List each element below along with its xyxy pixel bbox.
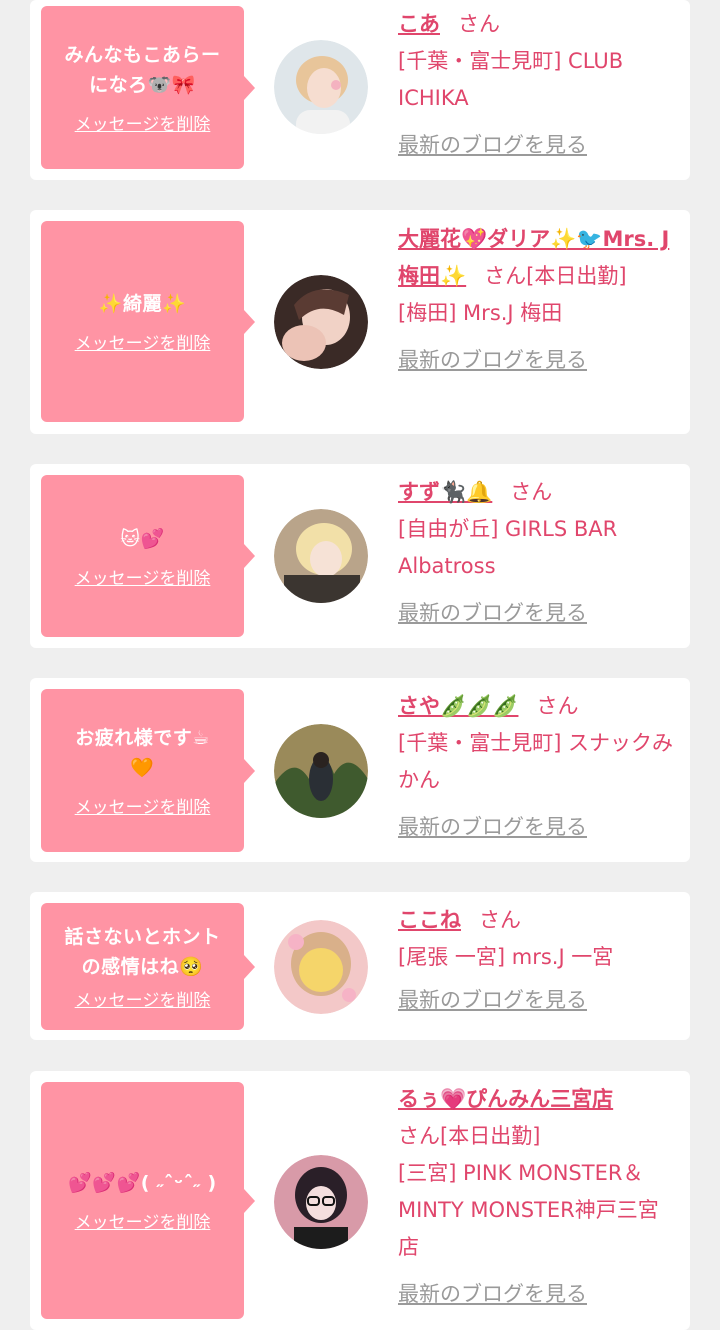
honorific: さん [479,908,521,932]
delete-message-link[interactable]: メッセージを削除 [75,564,211,589]
list-item: 話さないとホント の感情はね🥺 メッセージを削除 ここね さん [尾張 一宮] m… [30,892,690,1040]
delete-message-link[interactable]: メッセージを削除 [75,986,211,1011]
avatar[interactable] [274,275,368,369]
message-text: 話さないとホント の感情はね🥺 [64,926,221,978]
profile-info: すず🐈‍⬛🔔 さん [自由が丘] GIRLS BAR Albatross 最新のブ… [398,474,678,627]
shop-label: [三宮] PINK MONSTER＆MINTY MONSTER神戸三宮店 [398,1161,659,1259]
message-bubble: みんなもこあらー になろ🐨🎀 メッセージを削除 [41,6,255,169]
shop-label: [梅田] Mrs.J 梅田 [398,301,563,325]
delete-message-link[interactable]: メッセージを削除 [75,110,211,135]
message-text: お疲れ様です☕ 🧡 [75,727,210,779]
shop-label: [千葉・富士見町] CLUB ICHIKA [398,49,624,110]
profile-info: さや🫛🫛🫛 さん [千葉・富士見町] スナックみかん 最新のブログを見る [398,688,678,841]
delete-message-link[interactable]: メッセージを削除 [75,1208,211,1233]
latest-blog-link[interactable]: 最新のブログを見る [398,129,587,159]
profile-name-link[interactable]: すず🐈‍⬛🔔 [398,480,492,504]
message-list: みんなもこあらー になろ🐨🎀 メッセージを削除 こあ さん [千葉・富士見町] C… [0,0,720,1330]
message-text: 🐱💕 [120,527,165,550]
message-bubble: 🐱💕 メッセージを削除 [41,475,255,637]
list-item: 💕💕💕( ˶ˆᵕˆ˶ ) メッセージを削除 るぅ💗ぴんみん三宮店 さん[本日出勤… [30,1071,690,1330]
delete-message-link[interactable]: メッセージを削除 [75,329,211,354]
latest-blog-link[interactable]: 最新のブログを見る [398,344,587,374]
profile-info: ここね さん [尾張 一宮] mrs.J 一宮 最新のブログを見る [398,902,678,1014]
honorific: さん [510,480,553,504]
shop-label: [千葉・富士見町] スナックみかん [398,731,674,792]
honorific: さん [458,12,500,36]
list-item: みんなもこあらー になろ🐨🎀 メッセージを削除 こあ さん [千葉・富士見町] C… [30,0,690,180]
list-item: ✨綺麗✨ メッセージを削除 大麗花💖ダリア✨🐦Mrs. J 梅田✨ さん[本日出勤… [30,210,690,434]
avatar[interactable] [274,509,368,603]
latest-blog-link[interactable]: 最新のブログを見る [398,1278,587,1308]
message-text: 💕💕💕( ˶ˆᵕˆ˶ ) [68,1172,217,1194]
avatar[interactable] [274,40,368,134]
latest-blog-link[interactable]: 最新のブログを見る [398,811,587,841]
profile-info: るぅ💗ぴんみん三宮店 さん[本日出勤] [三宮] PINK MONSTER＆MI… [398,1081,678,1308]
list-item: 🐱💕 メッセージを削除 すず🐈‍⬛🔔 さん [自由が丘] GIRLS BAR Al… [30,464,690,648]
honorific: さん [536,694,579,718]
profile-name-link[interactable]: さや🫛🫛🫛 [398,694,518,718]
honorific: さん[本日出勤] [398,1124,541,1148]
latest-blog-link[interactable]: 最新のブログを見る [398,597,587,627]
avatar[interactable] [274,920,368,1014]
latest-blog-link[interactable]: 最新のブログを見る [398,984,587,1014]
list-item: お疲れ様です☕ 🧡 メッセージを削除 さや🫛🫛🫛 さん [千葉・富士見町] スナッ… [30,678,690,862]
avatar[interactable] [274,724,368,818]
delete-message-link[interactable]: メッセージを削除 [75,793,211,818]
honorific: さん[本日出勤] [484,264,627,288]
profile-name-link[interactable]: るぅ💗ぴんみん三宮店 [398,1087,613,1111]
message-bubble: お疲れ様です☕ 🧡 メッセージを削除 [41,689,255,852]
profile-info: こあ さん [千葉・富士見町] CLUB ICHIKA 最新のブログを見る [398,6,678,159]
message-text: みんなもこあらー になろ🐨🎀 [64,44,221,96]
message-bubble: 💕💕💕( ˶ˆᵕˆ˶ ) メッセージを削除 [41,1082,255,1319]
profile-name-link[interactable]: ここね [398,908,461,932]
message-bubble: ✨綺麗✨ メッセージを削除 [41,221,255,422]
shop-label: [自由が丘] GIRLS BAR Albatross [398,517,618,578]
profile-info: 大麗花💖ダリア✨🐦Mrs. J 梅田✨ さん[本日出勤] [梅田] Mrs.J 梅… [398,221,678,374]
avatar[interactable] [274,1155,368,1249]
message-text: ✨綺麗✨ [98,293,187,315]
profile-name-link[interactable]: こあ [398,12,440,36]
shop-label: [尾張 一宮] mrs.J 一宮 [398,945,614,969]
message-bubble: 話さないとホント の感情はね🥺 メッセージを削除 [41,903,255,1030]
